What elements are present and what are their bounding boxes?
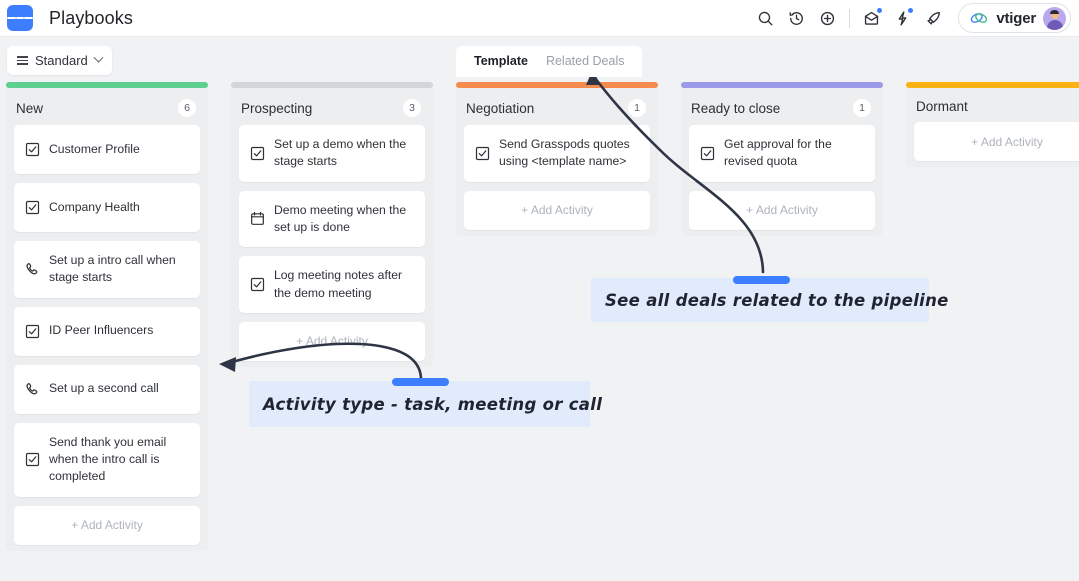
activity-card[interactable]: Set up a intro call when stage starts (14, 241, 200, 298)
activity-card-text: Set up a second call (49, 380, 159, 397)
playbooks-app: Playbooks (0, 0, 1079, 581)
annotation-related-deals-text: See all deals related to the pipeline (605, 291, 949, 310)
column-header: Ready to close 1 (681, 88, 883, 125)
activity-card[interactable]: Log meeting notes after the demo meeting (239, 256, 425, 313)
task-checkbox-icon (250, 146, 265, 161)
activity-card[interactable]: ID Peer Influencers (14, 307, 200, 356)
column-header: Prospecting 3 (231, 88, 433, 125)
activity-card[interactable]: Customer Profile (14, 125, 200, 174)
activity-card-text: Set up a demo when the stage starts (274, 136, 415, 171)
activity-card-list: Set up a demo when the stage starts Demo … (231, 125, 433, 361)
add-activity-button[interactable]: + Add Activity (14, 506, 200, 545)
meeting-calendar-icon (250, 211, 265, 226)
rocket-icon[interactable] (918, 3, 949, 34)
lightning-icon[interactable] (887, 3, 918, 34)
column-count-badge: 6 (178, 99, 196, 117)
user-avatar-icon[interactable] (1043, 7, 1066, 30)
activity-card[interactable]: Demo meeting when the set up is done (239, 191, 425, 248)
vtiger-logo-icon (970, 10, 989, 26)
brand-account-chip[interactable]: vtiger (958, 3, 1071, 33)
activity-card-text: Send thank you email when the intro call… (49, 434, 190, 486)
annotation-activity-type-text: Activity type - task, meeting or call (263, 395, 602, 414)
column-title: Prospecting (241, 101, 312, 116)
activity-card[interactable]: Send Grasspods quotes using <template na… (464, 125, 650, 182)
tab-template[interactable]: Template (465, 46, 537, 77)
top-bar: Playbooks (0, 0, 1079, 37)
activity-card[interactable]: Get approval for the revised quota (689, 125, 875, 182)
activity-card-list: + Add Activity (906, 122, 1079, 161)
activity-card[interactable]: Company Health (14, 183, 200, 232)
task-checkbox-icon (700, 146, 715, 161)
column-count-badge: 1 (628, 99, 646, 117)
annotation-activity-type: Activity type - task, meeting or call (249, 381, 590, 427)
task-checkbox-icon (25, 324, 40, 339)
board-column-negotiation: Negotiation 1 Send Grasspods quotes using … (456, 82, 658, 236)
top-bar-actions: vtiger (750, 3, 1079, 34)
column-count-badge: 1 (853, 99, 871, 117)
activity-card-text: Company Health (49, 199, 140, 216)
task-checkbox-icon (25, 200, 40, 215)
activity-card-text: Customer Profile (49, 141, 140, 158)
task-checkbox-icon (250, 277, 265, 292)
column-title: Negotiation (466, 101, 534, 116)
activity-card-text: Get approval for the revised quota (724, 136, 865, 171)
column-header: Negotiation 1 (456, 88, 658, 125)
search-icon[interactable] (750, 3, 781, 34)
list-lines-icon (17, 56, 28, 65)
brand-name: vtiger (996, 10, 1036, 27)
activity-card-text: Demo meeting when the set up is done (274, 202, 415, 237)
toolbar-divider (849, 9, 850, 28)
task-checkbox-icon (475, 146, 490, 161)
history-icon[interactable] (781, 3, 812, 34)
annotation-related-deals-accent-bar (733, 276, 790, 284)
activity-card-list: Send Grasspods quotes using <template na… (456, 125, 658, 230)
add-activity-button[interactable]: + Add Activity (464, 191, 650, 230)
activity-card-text: Set up a intro call when stage starts (49, 252, 190, 287)
inbox-icon[interactable] (856, 3, 887, 34)
column-title: Dormant (916, 99, 968, 114)
annotation-activity-type-accent-bar (392, 378, 449, 386)
column-header: New 6 (6, 88, 208, 125)
activity-card-text: Log meeting notes after the demo meeting (274, 267, 415, 302)
board-column-ready-to-close: Ready to close 1 Get approval for the revi… (681, 82, 883, 236)
add-activity-button[interactable]: + Add Activity (914, 122, 1079, 161)
chevron-down-icon (93, 53, 103, 63)
task-checkbox-icon (25, 142, 40, 157)
view-selector-label: Standard (35, 53, 88, 68)
inbox-badge-dot (877, 8, 882, 13)
hamburger-menu-icon[interactable] (7, 5, 33, 31)
add-circle-icon[interactable] (812, 3, 843, 34)
activity-card[interactable]: Send thank you email when the intro call… (14, 423, 200, 497)
tab-related-deals[interactable]: Related Deals (537, 46, 634, 77)
tab-bar: Template Related Deals (456, 46, 642, 77)
column-title: New (16, 101, 43, 116)
board-column-dormant: Dormant + Add Activity (906, 82, 1079, 167)
activity-card[interactable]: Set up a second call (14, 365, 200, 414)
page-title: Playbooks (49, 8, 133, 29)
board-column-new: New 6 Customer Profile Company Health Set up… (6, 82, 208, 551)
lightning-badge-dot (908, 8, 913, 13)
activity-card-text: ID Peer Influencers (49, 322, 153, 339)
call-phone-icon (25, 262, 40, 277)
activity-card[interactable]: Set up a demo when the stage starts (239, 125, 425, 182)
view-selector-dropdown[interactable]: Standard (7, 46, 112, 75)
add-activity-button[interactable]: + Add Activity (689, 191, 875, 230)
add-activity-button[interactable]: + Add Activity (239, 322, 425, 361)
activity-card-list: Customer Profile Company Health Set up a i… (6, 125, 208, 545)
call-phone-icon (25, 382, 40, 397)
task-checkbox-icon (25, 452, 40, 467)
activity-card-text: Send Grasspods quotes using <template na… (499, 136, 640, 171)
column-header: Dormant (906, 88, 1079, 122)
board-column-prospecting: Prospecting 3 Set up a demo when the stage… (231, 82, 433, 367)
annotation-related-deals: See all deals related to the pipeline (591, 278, 929, 322)
activity-card-list: Get approval for the revised quota + Add … (681, 125, 883, 230)
column-title: Ready to close (691, 101, 780, 116)
column-count-badge: 3 (403, 99, 421, 117)
